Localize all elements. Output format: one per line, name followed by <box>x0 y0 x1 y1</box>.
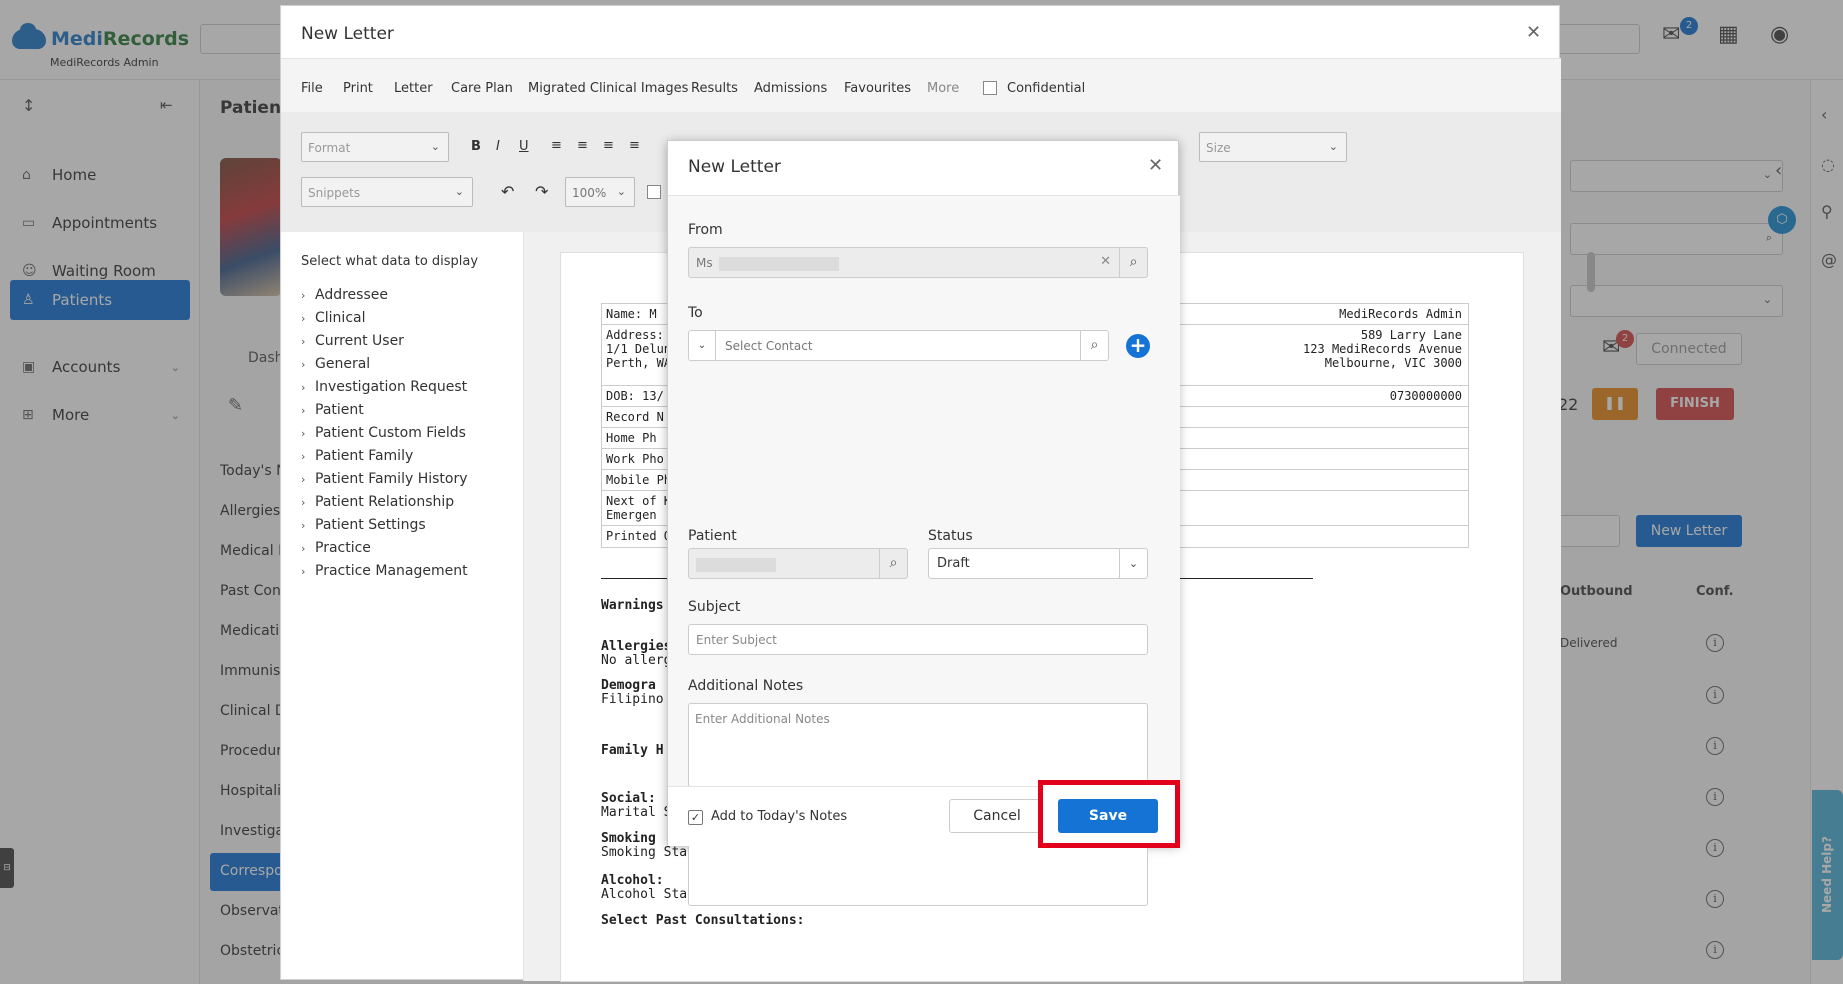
underline-icon[interactable]: U <box>519 139 529 154</box>
align-left-icon[interactable]: ≡ <box>551 138 562 153</box>
chevron-right-icon: › <box>301 542 306 555</box>
zoom-select[interactable]: 100% ⌄ <box>565 177 635 207</box>
section-alcohol: Alcohol: <box>601 873 664 888</box>
tree-item-addressee[interactable]: › Addressee <box>301 287 388 303</box>
menu-admissions[interactable]: Admissions <box>754 81 827 96</box>
clear-icon[interactable]: ✕ <box>1100 254 1111 269</box>
format-select[interactable]: Format ⌄ <box>301 132 449 162</box>
search-icon[interactable]: ⌕ <box>879 549 907 578</box>
chevron-right-icon: › <box>301 496 306 509</box>
chevron-down-icon: ⌄ <box>616 185 626 198</box>
align-justify-icon[interactable]: ≡ <box>629 138 640 153</box>
chevron-right-icon: › <box>301 335 306 348</box>
add-contact-button[interactable]: + <box>1126 334 1150 358</box>
data-panel-title: Select what data to display <box>301 254 479 269</box>
section-past-consultations: Select Past Consultations: <box>601 913 805 928</box>
chevron-down-icon: ⌄ <box>454 185 464 198</box>
tree-item-patient[interactable]: › Patient <box>301 402 364 418</box>
add-to-notes-label: Add to Today's Notes <box>711 809 848 824</box>
tree-item-practice[interactable]: › Practice <box>301 540 371 556</box>
section-social: Social: <box>601 791 656 806</box>
redacted-patient <box>696 557 776 572</box>
tree-item-practice-management[interactable]: › Practice Management <box>301 563 468 579</box>
menu-results[interactable]: Results <box>691 81 738 96</box>
search-icon[interactable]: ⌕ <box>1119 248 1147 277</box>
menu-file[interactable]: File <box>301 81 323 96</box>
tree-item-current-user[interactable]: › Current User <box>301 333 404 349</box>
section-smoking: Smoking <box>601 831 656 846</box>
cancel-button[interactable]: Cancel <box>949 799 1045 833</box>
menu-bar: File Print Letter Care Plan Migrated Cli… <box>281 58 1561 112</box>
to-contact-field[interactable]: ⌄ Select Contact ⌕ <box>688 330 1109 361</box>
section-family-history: Family H <box>601 743 664 758</box>
chevron-down-icon: ⌄ <box>1328 140 1338 153</box>
menu-more[interactable]: More <box>927 81 959 96</box>
menu-care-plan[interactable]: Care Plan <box>451 81 513 96</box>
tree-item-patient-family-history[interactable]: › Patient Family History <box>301 471 468 487</box>
chevron-right-icon: › <box>301 404 306 417</box>
italic-icon[interactable]: I <box>496 139 500 154</box>
chevron-right-icon: › <box>301 473 306 486</box>
menu-letter[interactable]: Letter <box>394 81 433 96</box>
tree-item-patient-relationship[interactable]: › Patient Relationship <box>301 494 454 510</box>
status-select[interactable]: Draft ⌄ <box>928 548 1148 579</box>
document-scrollbar[interactable] <box>1587 252 1595 292</box>
close-icon[interactable]: ✕ <box>1148 155 1163 176</box>
tree-item-general[interactable]: › General <box>301 356 370 372</box>
confidential-checkbox[interactable] <box>983 81 997 95</box>
confidential-label: Confidential <box>1007 81 1086 96</box>
redo-icon[interactable]: ↷ <box>535 182 548 201</box>
tree-item-patient-custom-fields[interactable]: › Patient Custom Fields <box>301 425 466 441</box>
chevron-right-icon: › <box>301 519 306 532</box>
tree-item-investigation-request[interactable]: › Investigation Request <box>301 379 467 395</box>
chevron-right-icon: › <box>301 358 306 371</box>
data-selection-panel: Select what data to display › Addressee ›… <box>281 232 524 981</box>
subject-input[interactable]: Enter Subject <box>688 624 1148 655</box>
size-select[interactable]: Size ⌄ <box>1199 132 1347 162</box>
ethnicity-text: Filipino <box>601 692 664 707</box>
chevron-down-icon: ⌄ <box>1119 549 1147 578</box>
patient-field[interactable]: ⌕ <box>688 548 908 579</box>
align-right-icon[interactable]: ≡ <box>603 138 614 153</box>
snippets-select[interactable]: Snippets ⌄ <box>301 177 473 207</box>
section-allergies: Allergies <box>601 639 672 654</box>
bold-icon[interactable]: B <box>471 139 481 154</box>
section-warnings: Warnings <box>601 598 664 613</box>
window-title: New Letter <box>301 24 394 44</box>
chevron-right-icon: › <box>301 427 306 440</box>
dialog-title: New Letter <box>688 157 781 177</box>
chevron-down-icon: ⌄ <box>430 140 440 153</box>
align-center-icon[interactable]: ≡ <box>577 138 588 153</box>
chevron-down-icon[interactable]: ⌄ <box>689 331 716 360</box>
from-label: From <box>688 222 723 238</box>
subject-label: Subject <box>688 599 741 615</box>
chevron-right-icon: › <box>301 312 306 325</box>
status-label: Status <box>928 528 973 544</box>
menu-print[interactable]: Print <box>343 81 373 96</box>
patient-label: Patient <box>688 528 737 544</box>
toolbar-checkbox[interactable] <box>647 185 661 199</box>
section-demographics: Demogra <box>601 678 656 693</box>
menu-migrated-clinical-images[interactable]: Migrated Clinical Images <box>528 81 688 96</box>
chevron-right-icon: › <box>301 450 306 463</box>
menu-favourites[interactable]: Favourites <box>844 81 911 96</box>
add-to-notes-checkbox[interactable]: ✓ <box>688 810 703 825</box>
chevron-right-icon: › <box>301 381 306 394</box>
tree-item-clinical[interactable]: › Clinical <box>301 310 365 326</box>
from-field[interactable]: Ms ✕ ⌕ <box>688 247 1148 278</box>
dialog-body: From Ms ✕ ⌕ To ⌄ Select Contact ⌕ + Pati… <box>668 196 1180 906</box>
chevron-right-icon: › <box>301 289 306 302</box>
chevron-right-icon: › <box>301 565 306 578</box>
tree-item-patient-settings[interactable]: › Patient Settings <box>301 517 426 533</box>
undo-icon[interactable]: ↶ <box>501 182 514 201</box>
close-icon[interactable]: ✕ <box>1526 22 1541 43</box>
search-icon[interactable]: ⌕ <box>1080 331 1108 360</box>
tree-item-patient-family[interactable]: › Patient Family <box>301 448 413 464</box>
to-label: To <box>688 305 703 321</box>
additional-notes-label: Additional Notes <box>688 678 804 694</box>
new-letter-dialog: New Letter ✕ From Ms ✕ ⌕ To ⌄ Select Con… <box>667 140 1180 906</box>
redacted-name <box>718 256 839 271</box>
save-button[interactable]: Save <box>1058 799 1158 833</box>
